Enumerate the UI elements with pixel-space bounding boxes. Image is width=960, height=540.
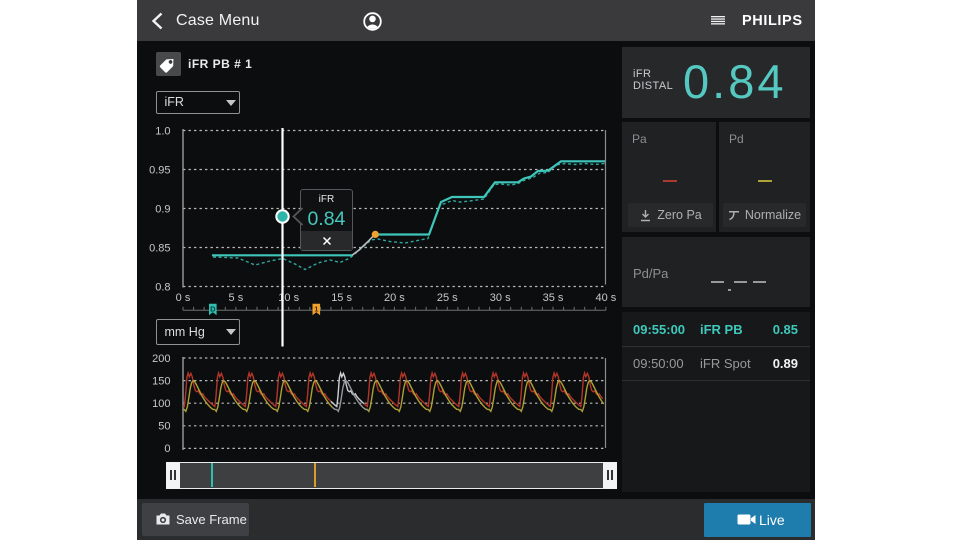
svg-text:200: 200 [152, 353, 170, 365]
svg-text:0.8: 0.8 [155, 281, 170, 293]
svg-text:D: D [210, 304, 216, 313]
svg-text:150: 150 [152, 375, 170, 387]
svg-text:40 s: 40 s [596, 292, 617, 304]
svg-text:1.0: 1.0 [155, 125, 170, 137]
svg-text:100: 100 [152, 398, 170, 410]
svg-text:35 s: 35 s [543, 292, 564, 304]
svg-text:15 s: 15 s [331, 292, 352, 304]
svg-text:0.9: 0.9 [155, 203, 170, 215]
svg-text:20 s: 20 s [384, 292, 405, 304]
svg-text:0.85: 0.85 [149, 242, 170, 254]
svg-text:50: 50 [158, 421, 170, 433]
svg-text:1: 1 [314, 304, 318, 313]
svg-text:0: 0 [164, 443, 170, 455]
svg-text:0.95: 0.95 [149, 164, 170, 176]
svg-text:25 s: 25 s [437, 292, 458, 304]
svg-text:30 s: 30 s [490, 292, 511, 304]
svg-text:5 s: 5 s [229, 292, 244, 304]
svg-text:0 s: 0 s [176, 292, 191, 304]
